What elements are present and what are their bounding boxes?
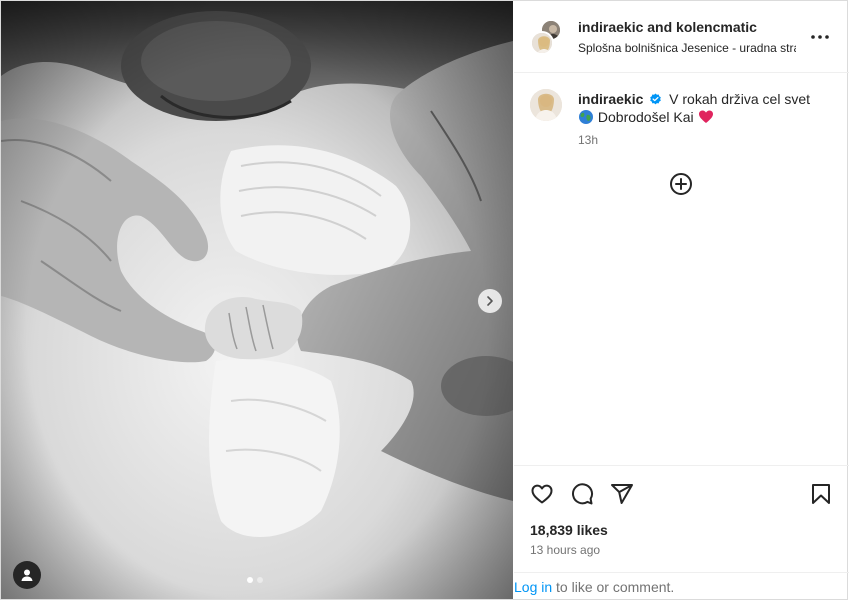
like-button[interactable]	[530, 482, 554, 506]
author-link[interactable]: kolencmatic	[676, 19, 757, 35]
add-circle-icon	[670, 173, 692, 195]
instagram-post: indiraekic and kolencmatic Splošna bolni…	[0, 0, 849, 600]
location-link[interactable]: Splošna bolnišnica Jesenice - uradna str…	[578, 41, 796, 55]
post-timestamp[interactable]: 13 hours ago	[530, 543, 600, 557]
chevron-right-icon	[487, 296, 493, 306]
share-icon	[611, 484, 633, 504]
carousel-dot	[247, 577, 253, 583]
share-button[interactable]	[610, 482, 634, 506]
like-count[interactable]: 18,839 likes	[530, 522, 608, 538]
heart-emoji	[698, 110, 713, 123]
post-media[interactable]	[1, 1, 513, 599]
add-comment-button[interactable]	[669, 172, 693, 196]
carousel-next-button[interactable]	[478, 289, 502, 313]
comment-button[interactable]	[570, 482, 594, 506]
avatar-image	[532, 33, 552, 53]
caption-line-2-wrap: Dobrodošel Kai	[578, 108, 838, 126]
avatar-indiraekic[interactable]	[530, 31, 554, 55]
caption-line-2: Dobrodošel Kai	[597, 109, 694, 125]
globe-emoji	[579, 110, 593, 124]
user-tag-icon	[21, 569, 33, 581]
carousel-indicator	[247, 577, 263, 583]
caption-text: indiraekic V rokah drživa cel svet Dobro…	[578, 90, 838, 126]
post-header: indiraekic and kolencmatic Splošna bolni…	[514, 1, 849, 73]
more-icon	[811, 35, 829, 39]
bookmark-icon	[812, 484, 830, 504]
author-link[interactable]: indiraekic	[578, 19, 643, 35]
carousel-dot	[257, 577, 263, 583]
post-sidebar: indiraekic and kolencmatic Splošna bolni…	[514, 1, 849, 599]
post-photo	[1, 1, 513, 599]
collab-avatars[interactable]	[530, 19, 564, 55]
caption-avatar[interactable]	[530, 89, 562, 121]
tagged-users-button[interactable]	[13, 561, 41, 589]
login-link[interactable]: Log in	[514, 579, 552, 595]
login-prompt-text: to like or comment.	[552, 579, 675, 595]
post-authors: indiraekic and kolencmatic	[578, 19, 757, 35]
more-options-button[interactable]	[808, 27, 832, 47]
save-button[interactable]	[809, 482, 833, 506]
caption-line-1: V rokah drživa cel svet	[669, 91, 810, 107]
comment-icon	[572, 483, 594, 505]
caption-username[interactable]: indiraekic	[578, 91, 643, 107]
avatar-image	[530, 89, 562, 121]
and-text: and	[647, 19, 673, 35]
caption-timestamp[interactable]: 13h	[578, 133, 598, 147]
heart-icon	[531, 484, 553, 504]
verified-icon	[650, 93, 662, 105]
post-actions: 18,839 likes 13 hours ago Log in to like…	[514, 465, 849, 599]
login-prompt: Log in to like or comment.	[514, 572, 849, 600]
